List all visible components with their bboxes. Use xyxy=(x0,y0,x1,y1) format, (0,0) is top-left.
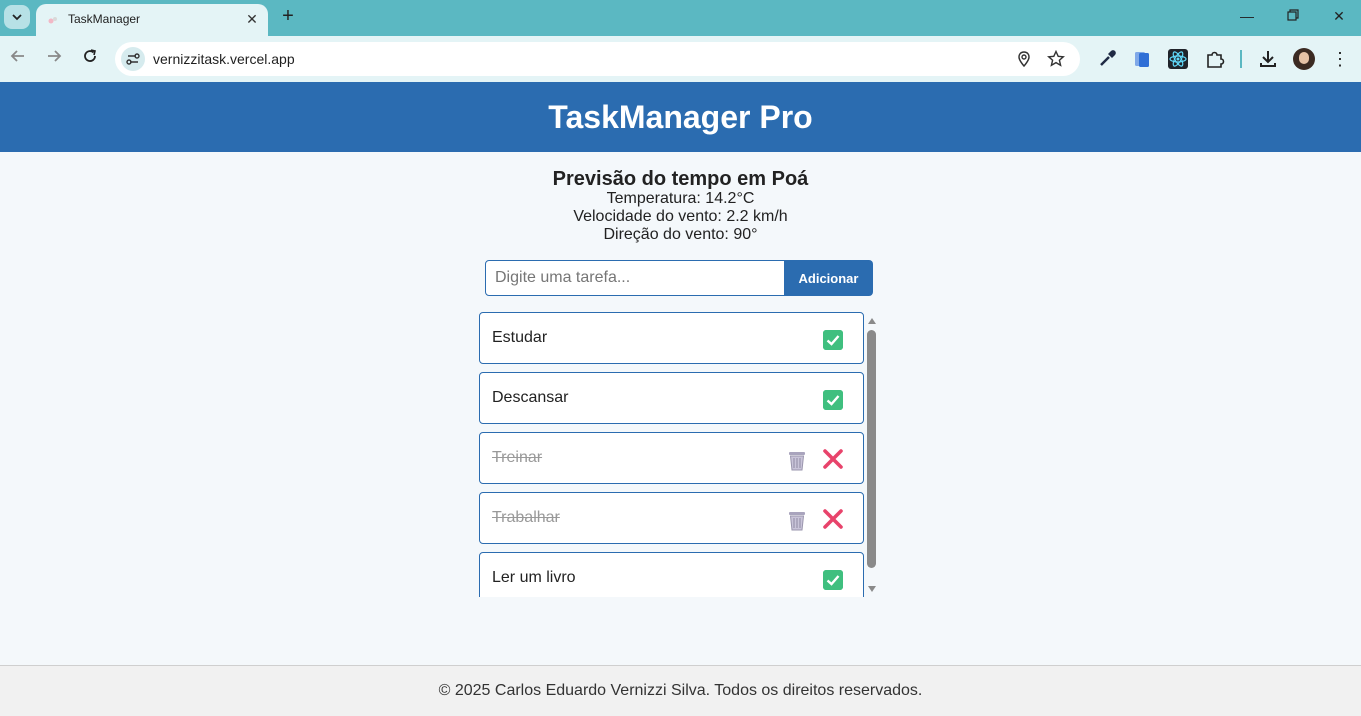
eyedropper-icon[interactable] xyxy=(1096,48,1118,70)
close-icon[interactable] xyxy=(822,508,844,530)
profile-avatar[interactable] xyxy=(1293,48,1315,70)
check-icon[interactable] xyxy=(823,390,843,410)
tune-icon xyxy=(126,53,140,65)
task-label: Estudar xyxy=(492,329,548,346)
task-list[interactable]: Estudar Descansar Treinar Trabalhar Ler … xyxy=(479,312,879,597)
restore-button[interactable] xyxy=(1278,5,1308,27)
footer-text: © 2025 Carlos Eduardo Vernizzi Silva. To… xyxy=(438,682,923,699)
tab-search-button[interactable] xyxy=(4,5,30,29)
close-window-button[interactable]: ✕ xyxy=(1324,5,1354,27)
browser-tab-strip: TaskManager ✕ + — ✕ xyxy=(0,0,1361,36)
app-title: TaskManager Pro xyxy=(548,99,813,135)
task-label: Trabalhar xyxy=(492,509,560,526)
location-pin-icon[interactable] xyxy=(1015,50,1033,68)
weather-wind-speed: Velocidade do vento: 2.2 km/h xyxy=(573,208,788,225)
bookmark-star-icon[interactable] xyxy=(1047,50,1065,68)
address-bar[interactable]: vernizzitask.vercel.app xyxy=(115,42,1080,76)
scroll-down-arrow-icon[interactable] xyxy=(867,584,877,594)
tab-title: TaskManager xyxy=(68,12,141,26)
url-text: vernizzitask.vercel.app xyxy=(153,51,295,67)
weather-panel: Previsão do tempo em Poá Temperatura: 14… xyxy=(0,168,1361,244)
check-icon[interactable] xyxy=(823,330,843,350)
minimize-button[interactable]: — xyxy=(1232,5,1262,27)
back-button[interactable] xyxy=(7,48,29,70)
task-label: Descansar xyxy=(492,389,569,406)
task-item[interactable]: Trabalhar xyxy=(479,492,864,544)
task-item[interactable]: Descansar xyxy=(479,372,864,424)
browser-toolbar: vernizzitask.vercel.app ⋮ xyxy=(0,36,1361,82)
reload-button[interactable] xyxy=(79,48,101,70)
toolbar-separator xyxy=(1240,50,1242,68)
site-info-button[interactable] xyxy=(121,47,145,71)
new-tab-button[interactable]: + xyxy=(278,5,298,27)
weather-temperature: Temperatura: 14.2°C xyxy=(606,190,755,207)
task-input[interactable] xyxy=(485,260,787,296)
restore-icon xyxy=(1287,9,1299,21)
task-item[interactable]: Ler um livro xyxy=(479,552,864,597)
download-icon[interactable] xyxy=(1257,48,1279,70)
close-icon[interactable] xyxy=(822,448,844,470)
scroll-up-arrow-icon[interactable] xyxy=(867,316,877,326)
add-task-button[interactable]: Adicionar xyxy=(784,260,873,296)
task-item[interactable]: Estudar xyxy=(479,312,864,364)
task-label: Ler um livro xyxy=(492,569,576,586)
weather-title: Previsão do tempo em Poá xyxy=(552,168,809,190)
scrollbar-thumb[interactable] xyxy=(867,330,876,568)
trash-icon[interactable] xyxy=(787,509,807,531)
reload-icon xyxy=(84,49,96,62)
react-devtools-icon[interactable] xyxy=(1167,48,1189,70)
forward-arrow-icon xyxy=(48,50,62,62)
forward-button[interactable] xyxy=(43,48,65,70)
task-item[interactable]: Treinar xyxy=(479,432,864,484)
trash-icon[interactable] xyxy=(787,449,807,471)
weather-wind-direction: Direção do vento: 90° xyxy=(603,226,758,243)
app-header: TaskManager Pro xyxy=(0,82,1361,152)
check-icon[interactable] xyxy=(823,570,843,590)
back-arrow-icon xyxy=(10,50,24,62)
browser-tab[interactable]: TaskManager ✕ xyxy=(36,4,268,36)
task-label: Treinar xyxy=(492,449,543,466)
browser-menu-icon[interactable]: ⋮ xyxy=(1330,48,1350,70)
extension-pages-icon[interactable] xyxy=(1131,48,1153,70)
close-tab-icon[interactable]: ✕ xyxy=(242,9,262,29)
footer: © 2025 Carlos Eduardo Vernizzi Silva. To… xyxy=(0,665,1361,716)
chevron-down-icon xyxy=(12,14,22,21)
puzzle-icon[interactable] xyxy=(1204,48,1226,70)
favicon-icon xyxy=(48,17,57,24)
